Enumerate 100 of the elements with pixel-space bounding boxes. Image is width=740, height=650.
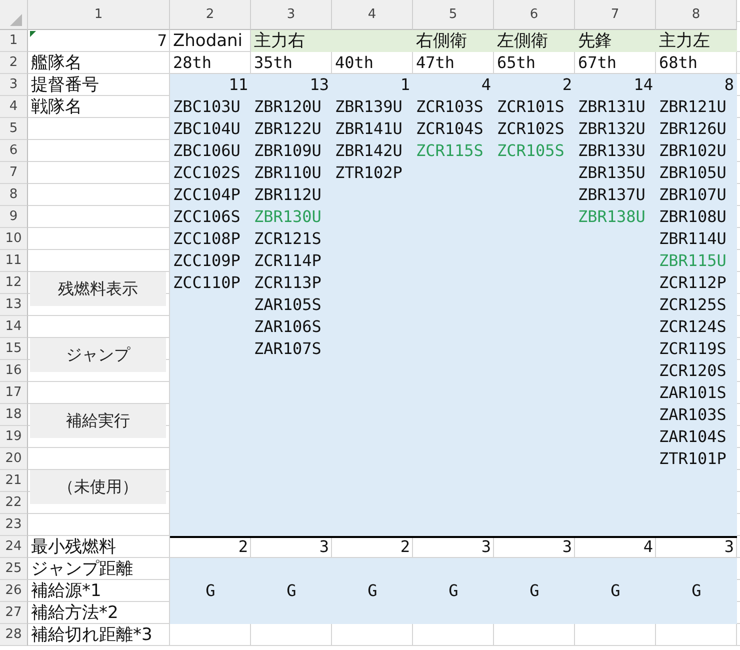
column-header[interactable]: 4 [332, 0, 413, 30]
table-cell-text: ZCR113P [253, 272, 322, 294]
table-cell-text: ZCR105S [496, 140, 566, 162]
row-header[interactable]: 25 [0, 558, 28, 580]
table-cell-text: ZCR103S [415, 96, 484, 118]
row-header[interactable]: 18 [0, 404, 28, 426]
column-header[interactable]: 8 [656, 0, 737, 30]
table-cell-text: ZCR114P [253, 250, 322, 272]
table-cell-text: ZCR124S [658, 316, 728, 338]
row-header[interactable]: 8 [0, 184, 28, 206]
row-header[interactable]: 5 [0, 118, 28, 140]
table-cell-text: G [366, 580, 378, 602]
table-cell-text: 11 [228, 74, 249, 96]
table-cell-text: 67th [577, 52, 618, 74]
row-header[interactable]: 27 [0, 602, 28, 624]
table-cell-text: ZAR103S [658, 404, 728, 426]
table-cell-text: ZBR139U [334, 96, 404, 118]
table-cell-text: ZBR141U [334, 118, 404, 140]
row-header[interactable]: 4 [0, 96, 28, 118]
column-header[interactable]: 7 [575, 0, 656, 30]
table-cell-text: ZAR104S [658, 426, 728, 448]
table-cell-text: 補給源*1 [30, 580, 102, 602]
column-header[interactable]: 5 [413, 0, 494, 30]
row-header[interactable]: 17 [0, 382, 28, 404]
row-header[interactable]: 19 [0, 426, 28, 448]
table-cell-text: 4 [642, 536, 654, 558]
table-cell-text: 2 [399, 536, 411, 558]
row-header[interactable]: 24 [0, 536, 28, 558]
row-header[interactable]: 11 [0, 250, 28, 272]
row-header[interactable]: 21 [0, 470, 28, 492]
table-cell-text: G [204, 580, 216, 602]
table-cell-text: ZTR102P [334, 162, 404, 184]
row-header[interactable]: 7 [0, 162, 28, 184]
table-cell-text: Zhodani [172, 30, 244, 52]
table-cell-text: ZCR120S [658, 360, 728, 382]
macro-button[interactable]: （未使用） [30, 470, 166, 504]
table-cell-text: ZBR131U [577, 96, 646, 118]
table-cell-text: 最小残燃料 [30, 536, 117, 558]
table-cell-text: ZCC108P [172, 228, 242, 250]
row-header[interactable]: 14 [0, 316, 28, 338]
corner-triangle-icon [30, 31, 36, 37]
table-cell-text: ZCR125S [658, 294, 728, 316]
row-header[interactable]: 23 [0, 514, 28, 536]
table-cell-text: ZBR112U [253, 184, 322, 206]
table-cell-text: ZCR112P [658, 272, 728, 294]
table-cell-text: ZBR142U [334, 140, 404, 162]
table-cell-text: 28th [172, 52, 213, 74]
row-header[interactable]: 22 [0, 492, 28, 514]
select-all-icon[interactable] [10, 14, 22, 26]
table-cell-text: ZBR133U [577, 140, 646, 162]
table-cell-text: ZBR110U [253, 162, 322, 184]
macro-button[interactable]: 補給実行 [30, 404, 166, 438]
macro-button[interactable]: 残燃料表示 [30, 272, 166, 306]
table-cell-text: 47th [415, 52, 456, 74]
table-cell-text: G [528, 580, 540, 602]
table-cell-text: 65th [496, 52, 537, 74]
table-cell-text: ZAR105S [253, 294, 322, 316]
table-cell-text: ZCC106S [172, 206, 242, 228]
table-cell-text: 40th [334, 52, 375, 74]
row-header[interactable]: 9 [0, 206, 28, 228]
table-cell-text: ZBC103U [172, 96, 242, 118]
table-cell-text: 8 [723, 74, 735, 96]
column-header[interactable]: 3 [251, 0, 332, 30]
row-header[interactable]: 10 [0, 228, 28, 250]
table-cell-text: ZCC110P [172, 272, 242, 294]
row-header[interactable]: 6 [0, 140, 28, 162]
column-header[interactable]: 1 [28, 0, 170, 30]
macro-button[interactable]: ジャンプ [30, 338, 166, 372]
table-cell: 先鋒 [575, 30, 656, 52]
table-cell-text: 3 [561, 536, 573, 558]
row-header[interactable]: 28 [0, 624, 28, 646]
row-header[interactable]: 12 [0, 272, 28, 294]
column-header[interactable]: 6 [494, 0, 575, 30]
table-cell-text: ZBR138U [577, 206, 646, 228]
table-cell-text: ZBR120U [253, 96, 322, 118]
row-header[interactable]: 26 [0, 580, 28, 602]
table-cell-text: 2 [237, 536, 249, 558]
table-cell-text: ZAR101S [658, 382, 728, 404]
row-header[interactable]: 1 [0, 30, 28, 52]
table-cell: 主力右 [251, 30, 332, 52]
table-cell-text: 13 [308, 74, 330, 96]
row-header[interactable]: 16 [0, 360, 28, 382]
table-cell-text: 1 [399, 74, 411, 96]
column-header[interactable]: 2 [170, 0, 251, 30]
table-cell-text: ZCC104P [172, 184, 242, 206]
table-cell-text: ZCR121S [253, 228, 322, 250]
table-cell: 主力左 [656, 30, 737, 52]
table-cell-text: G [286, 580, 298, 602]
table-cell-text: ZCR115S [415, 140, 484, 162]
row-header[interactable]: 20 [0, 448, 28, 470]
table-cell-text: ZCR101S [496, 96, 566, 118]
table-cell-text: G [610, 580, 622, 602]
table-cell-text: ZBR135U [577, 162, 646, 184]
row-header[interactable]: 2 [0, 52, 28, 74]
row-header[interactable]: 15 [0, 338, 28, 360]
table-cell-text: 3 [480, 536, 492, 558]
row-header[interactable]: 3 [0, 74, 28, 96]
table-cell-text: ZBR108U [658, 206, 728, 228]
row-header[interactable]: 13 [0, 294, 28, 316]
table-cell-text: ZAR107S [253, 338, 322, 360]
